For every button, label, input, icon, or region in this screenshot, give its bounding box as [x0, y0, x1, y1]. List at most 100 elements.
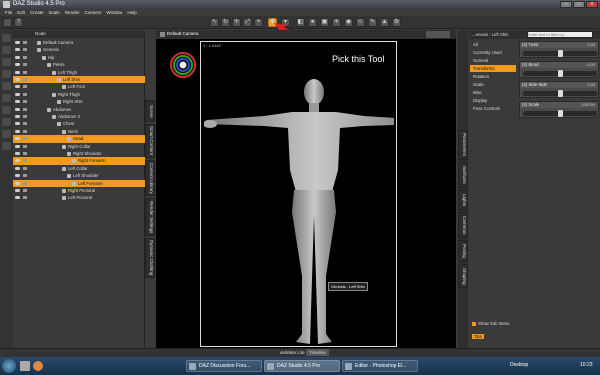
new-file-icon[interactable]	[3, 18, 12, 27]
lock-icon[interactable]	[23, 92, 27, 96]
visibility-eye-icon[interactable]	[15, 174, 20, 178]
scene-node-row[interactable]: Left Shoulder	[13, 172, 145, 179]
taskbar-item-daz[interactable]: DAZ Studio 4.5 Pro	[264, 360, 340, 372]
slider-value[interactable]: 0.00	[587, 82, 595, 88]
viewport-controls[interactable]	[426, 31, 450, 38]
scene-node-row[interactable]: Hip	[13, 54, 145, 61]
lock-icon[interactable]	[23, 166, 27, 170]
menu-create[interactable]: Create	[30, 9, 44, 16]
scene-node-row[interactable]: Left Pectoral	[13, 194, 145, 201]
lock-icon[interactable]	[23, 189, 27, 192]
parameter-slider[interactable]: (4) Bend 0.00	[519, 61, 599, 78]
visibility-eye-icon[interactable]	[15, 115, 20, 118]
lock-icon[interactable]	[23, 78, 27, 81]
visibility-eye-icon[interactable]	[15, 152, 20, 155]
maximize-button[interactable]: □	[573, 1, 585, 8]
lock-icon[interactable]	[23, 100, 27, 104]
scene-node-row[interactable]: Abdomen 2	[13, 113, 145, 120]
lock-icon[interactable]	[23, 122, 27, 126]
tab-cameras[interactable]: Cameras	[458, 212, 468, 238]
start-button-icon[interactable]	[2, 359, 16, 373]
slider-knob[interactable]	[557, 70, 563, 77]
visibility-eye-icon[interactable]	[15, 100, 20, 104]
quicklaunch-firefox-icon[interactable]	[33, 361, 43, 371]
surface-tool-icon[interactable]	[2, 94, 11, 102]
scene-node-row[interactable]: Right Thigh	[13, 91, 145, 98]
scene-node-row[interactable]: Abdomen	[13, 106, 145, 113]
tab-parameters[interactable]: Parameters	[458, 130, 468, 160]
visibility-eye-icon[interactable]	[15, 196, 20, 200]
tab-lights[interactable]: Lights	[458, 190, 468, 210]
render-tool-icon[interactable]	[2, 142, 11, 150]
lock-icon[interactable]	[23, 181, 27, 185]
scene-node-row[interactable]: Pelvis	[13, 61, 145, 68]
camera-tool-icon[interactable]	[2, 58, 11, 66]
lock-icon[interactable]	[23, 144, 27, 148]
pose-tool-icon[interactable]	[2, 46, 11, 54]
menu-scale[interactable]: Scale	[49, 9, 60, 16]
shape-tool-icon[interactable]	[2, 106, 11, 114]
tab-shaping[interactable]: Shaping	[458, 264, 468, 288]
scene-node-row[interactable]: Left Thigh	[13, 69, 145, 76]
visibility-eye-icon[interactable]	[15, 122, 20, 126]
tab-dynamic-clothing[interactable]: Dynamic Clothing	[145, 238, 155, 278]
scene-node-row[interactable]: Chest	[13, 120, 145, 127]
scale-tool-icon[interactable]: ⤢	[243, 18, 252, 27]
menu-file[interactable]: File	[5, 9, 12, 16]
lock-icon[interactable]	[23, 48, 27, 52]
menu-window[interactable]: Window	[106, 9, 122, 16]
visibility-eye-icon[interactable]	[15, 107, 20, 111]
settings-icon[interactable]: ⚙	[392, 18, 401, 27]
taskbar-item-photoshop[interactable]: Editor - Photoshop El...	[342, 360, 418, 372]
scene-node-row[interactable]: Left Collar	[13, 165, 145, 172]
parameter-slider[interactable]: (4) Side-Side 0.00	[519, 81, 599, 98]
lock-icon[interactable]	[23, 85, 27, 89]
navigation-gizmo-icon[interactable]	[168, 50, 198, 80]
visibility-eye-icon[interactable]	[15, 41, 20, 44]
joint-tool-icon[interactable]: ⌖	[254, 18, 263, 27]
lock-icon[interactable]	[23, 70, 27, 74]
translate-tool-icon[interactable]: ✛	[232, 18, 241, 27]
edit-tool-icon[interactable]	[2, 82, 11, 90]
visibility-eye-icon[interactable]	[15, 55, 20, 59]
lock-icon[interactable]	[23, 129, 27, 133]
scene-node-row[interactable]: Right Shoulder	[13, 150, 145, 157]
desktop-toolbar[interactable]: Desktop	[510, 362, 528, 368]
scene-node-row[interactable]: Right Forearm	[13, 157, 145, 165]
lock-icon[interactable]	[23, 55, 27, 59]
menu-render[interactable]: Render	[65, 9, 80, 16]
tab-smart-content[interactable]: Smart Content	[145, 124, 155, 158]
tab-timeline[interactable]: Timeline	[306, 349, 329, 356]
tab-animate-lite[interactable]: aniMate Lite	[280, 350, 305, 355]
parameter-slider[interactable]: (4) Twist 0.00	[519, 41, 599, 58]
visibility-eye-icon[interactable]	[15, 63, 20, 67]
scene-node-row[interactable]: Right Pectoral	[13, 187, 145, 194]
slider-knob[interactable]	[557, 110, 563, 117]
rotate-tool-icon[interactable]: ↻	[221, 18, 230, 27]
visibility-eye-icon[interactable]	[15, 181, 20, 185]
lock-icon[interactable]	[23, 159, 27, 163]
parameter-slider[interactable]: (4) Scale 100.0%	[519, 101, 599, 118]
morph-icon[interactable]: ✎	[368, 18, 377, 27]
visibility-eye-icon[interactable]	[15, 144, 20, 148]
slider-value[interactable]: 100.0%	[581, 102, 595, 108]
lock-icon[interactable]	[23, 152, 27, 155]
scene-tool-icon[interactable]	[2, 34, 11, 42]
slider-value[interactable]: 0.00	[587, 62, 595, 68]
minimize-button[interactable]: –	[560, 1, 572, 8]
parameter-filter-input[interactable]	[527, 31, 593, 38]
light-tool-icon[interactable]	[2, 70, 11, 78]
tab-scene[interactable]: Scene	[145, 100, 155, 122]
tab-content-library[interactable]: Content Library	[145, 160, 155, 196]
scene-node-row[interactable]: Left Foot	[13, 83, 145, 90]
visibility-eye-icon[interactable]	[15, 48, 20, 52]
menu-edit[interactable]: Edit	[17, 9, 25, 16]
scene-node-row[interactable]: Left Shin	[13, 76, 145, 84]
lock-icon[interactable]	[23, 41, 27, 44]
lock-icon[interactable]	[23, 63, 27, 67]
slider-knob[interactable]	[557, 90, 563, 97]
figure-icon[interactable]: ☺	[356, 18, 365, 27]
lock-icon[interactable]	[23, 174, 27, 178]
tips-button[interactable]: Tips	[472, 334, 484, 339]
camera-menu-icon[interactable]	[160, 32, 165, 37]
